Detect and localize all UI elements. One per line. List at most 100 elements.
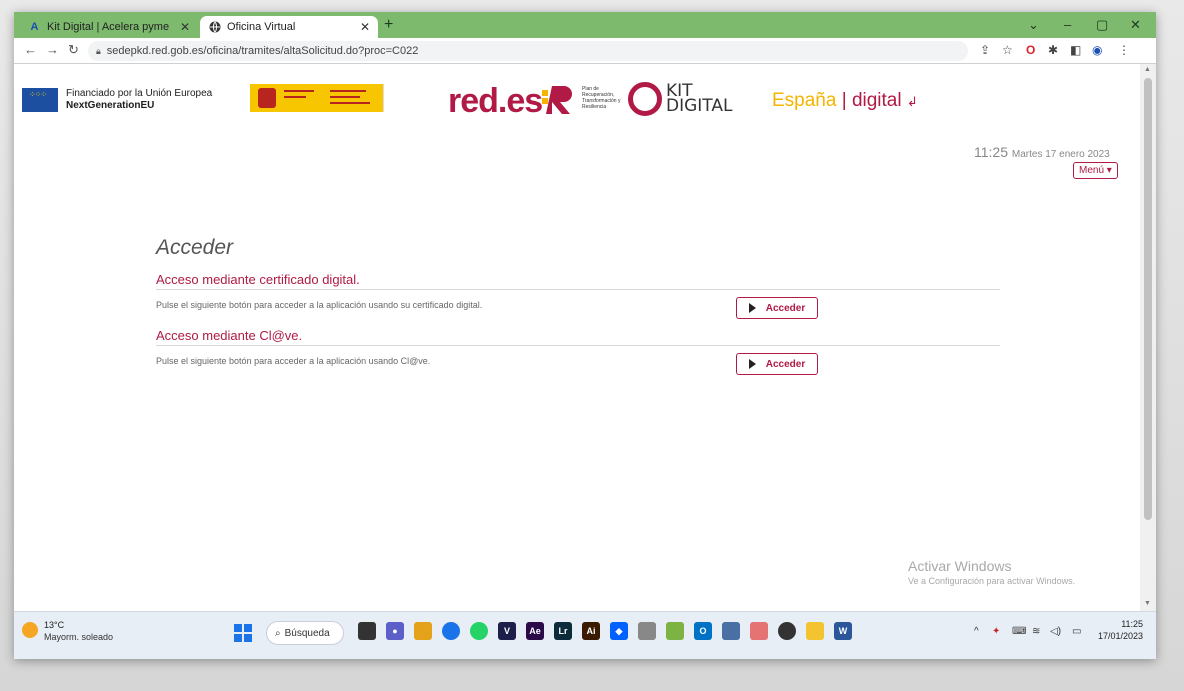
section-title-clave: Acceso mediante Cl@ve. — [156, 328, 303, 343]
taskbar-search[interactable]: ⌕ Búsqueda — [266, 621, 344, 645]
system-clock[interactable]: 11:25 17/01/2023 — [1098, 618, 1143, 642]
tab-title: Oficina Virtual — [227, 21, 296, 33]
scroll-down-icon[interactable]: ▼ — [1144, 600, 1151, 607]
prtr-text: Plan de Recuperación, Transformación y R… — [582, 86, 621, 110]
windows-taskbar: 13°C Mayorm. soleado ⌕ Búsqueda ● V Ae L… — [14, 611, 1156, 659]
weather-description[interactable]: Mayorm. soleado — [44, 632, 113, 642]
search-label: Búsqueda — [284, 627, 330, 639]
redes-logo: red.es — [448, 82, 543, 120]
more-menu-icon[interactable]: ⋮ — [1118, 43, 1130, 57]
outlook-icon[interactable]: O — [694, 622, 712, 640]
play-icon — [748, 303, 756, 313]
obs-icon[interactable] — [778, 622, 796, 640]
forward-icon[interactable]: → — [46, 42, 59, 57]
opera-extension-icon[interactable]: O — [1026, 43, 1035, 57]
scroll-up-icon[interactable]: ▲ — [1144, 66, 1151, 73]
tab-kit-digital[interactable]: A Kit Digital | Acelera pyme ✕ — [20, 16, 198, 38]
espana-digital-logo: España | digital ↲ — [772, 90, 918, 112]
close-tab-icon[interactable]: ✕ — [180, 20, 190, 34]
file-explorer-icon[interactable] — [414, 622, 432, 640]
illustrator-icon[interactable]: Ai — [582, 622, 600, 640]
digital-word: digital — [851, 90, 902, 111]
close-window-button[interactable]: ✕ — [1130, 17, 1141, 33]
weather-sun-icon[interactable] — [22, 622, 38, 638]
activate-windows-watermark: Activar Windows Ve a Configuración para … — [908, 558, 1075, 586]
address-bar[interactable]: 🔒︎ sedepkd.red.gob.es/oficina/tramites/a… — [88, 41, 968, 61]
globe-icon — [208, 21, 221, 34]
menu-button[interactable]: Menú ▾ — [1073, 162, 1118, 179]
acceder-certificado-button[interactable]: Acceder — [736, 297, 818, 319]
app-icon[interactable] — [750, 622, 768, 640]
current-time: 11:25 — [974, 144, 1008, 160]
espana-sep: | — [836, 90, 852, 111]
scrollbar-thumb[interactable] — [1144, 78, 1152, 520]
lock-icon: 🔒︎ — [96, 45, 101, 56]
kit-digital-logo: KIT DIGITAL — [666, 83, 733, 116]
page-content: ⁘⁘⁘ Financiado por la Unión Europea Next… — [14, 64, 1140, 611]
section-description-clave: Pulse el siguiente botón para acceder a … — [156, 356, 431, 366]
eu-text-line2: NextGenerationEU — [66, 100, 155, 111]
wifi-icon[interactable]: ≋ — [1032, 626, 1040, 637]
teams-chat-icon[interactable]: ● — [386, 622, 404, 640]
acelera-pyme-icon: A — [30, 21, 39, 33]
eu-text-line1: Financiado por la Unión Europea — [66, 88, 213, 99]
close-tab-icon[interactable]: ✕ — [360, 20, 370, 34]
clock-time: 11:25 — [1121, 619, 1144, 629]
kit-line2: DIGITAL — [666, 96, 733, 116]
wifi-app-icon[interactable] — [638, 622, 656, 640]
tab-title: Kit Digital | Acelera pyme — [47, 21, 170, 33]
maximize-button[interactable]: ▢ — [1096, 17, 1108, 33]
app-tray-icon[interactable]: ✦ — [992, 626, 1000, 637]
windows-start-icon[interactable] — [234, 624, 252, 642]
profile-icon[interactable]: ◉ — [1092, 43, 1102, 57]
browser-window: A Kit Digital | Acelera pyme ✕ Oficina V… — [14, 12, 1156, 659]
button-label: Acceder — [765, 358, 806, 370]
section-description-certificado: Pulse el siguiente botón para acceder a … — [156, 300, 483, 310]
app-icon[interactable] — [722, 622, 740, 640]
show-hidden-icons[interactable]: ^ — [974, 626, 979, 637]
digital-2026-icon: ↲ — [906, 94, 918, 109]
kit-digital-icon — [628, 82, 662, 116]
clock-date: 17/01/2023 — [1098, 631, 1144, 641]
acceder-clave-button[interactable]: Acceder — [736, 353, 818, 375]
task-view-icon[interactable] — [358, 622, 376, 640]
folder-icon[interactable] — [806, 622, 824, 640]
extensions-puzzle-icon[interactable]: ✱ — [1048, 43, 1058, 57]
section-title-certificado: Acceso mediante certificado digital. — [156, 272, 360, 287]
button-label: Acceder — [765, 302, 806, 314]
minimize-button[interactable]: – — [1064, 17, 1071, 32]
chrome-icon[interactable] — [442, 622, 460, 640]
reload-icon[interactable]: ↻ — [68, 42, 79, 58]
tab-oficina-virtual[interactable]: Oficina Virtual ✕ — [200, 16, 378, 38]
browser-toolbar: ← → ↻ 🔒︎ sedepkd.red.gob.es/oficina/tram… — [14, 38, 1156, 64]
back-icon[interactable]: ← — [24, 42, 37, 57]
volume-icon[interactable]: ◁) — [1050, 626, 1061, 637]
after-effects-icon[interactable]: Ae — [526, 622, 544, 640]
search-icon: ⌕ — [275, 627, 281, 639]
lightroom-icon[interactable]: Lr — [554, 622, 572, 640]
keyboard-icon[interactable]: ⌨ — [1012, 626, 1026, 637]
whatsapp-icon[interactable] — [470, 622, 488, 640]
page-title: Acceder — [156, 236, 234, 259]
page-scrollbar[interactable]: ▲ ▼ — [1140, 64, 1156, 611]
bookmark-star-icon[interactable]: ☆ — [1002, 43, 1013, 57]
dropbox-icon[interactable]: ◆ — [610, 622, 628, 640]
prtr-logo-icon — [542, 86, 572, 114]
play-icon — [748, 359, 756, 369]
watermark-title: Activar Windows — [908, 558, 1012, 574]
section-divider — [156, 345, 1000, 346]
gobierno-espana-logo — [250, 84, 436, 112]
share-icon[interactable]: ⇪ — [980, 43, 990, 57]
current-datetime: 11:25 Martes 17 enero 2023 — [974, 144, 1110, 160]
espana-word: España — [772, 90, 837, 111]
app-v-icon[interactable]: V — [498, 622, 516, 640]
section-divider — [156, 289, 1000, 290]
side-panel-icon[interactable]: ◧ — [1070, 43, 1081, 57]
eu-flag-logo: ⁘⁘⁘ — [22, 88, 58, 112]
weather-temperature[interactable]: 13°C — [44, 620, 64, 630]
new-tab-button[interactable]: + — [384, 16, 393, 34]
app-icon[interactable] — [666, 622, 684, 640]
battery-icon[interactable]: ▭ — [1072, 626, 1081, 637]
word-icon[interactable]: W — [834, 622, 852, 640]
tab-search-icon[interactable]: ⌄ — [1028, 17, 1039, 33]
